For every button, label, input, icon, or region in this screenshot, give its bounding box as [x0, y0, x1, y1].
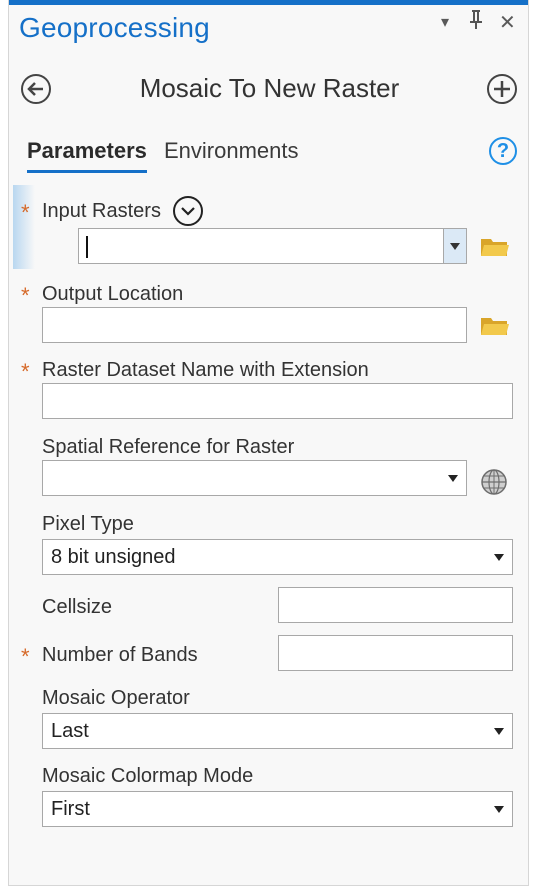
- required-marker: *: [21, 359, 30, 384]
- text-cursor: [86, 236, 88, 258]
- chevron-down-icon: [450, 243, 460, 250]
- pin-icon[interactable]: [469, 8, 483, 36]
- required-marker: *: [21, 644, 30, 669]
- cellsize-field[interactable]: [278, 587, 513, 623]
- spatial-reference-select[interactable]: [42, 460, 467, 496]
- cellsize-label: Cellsize: [42, 596, 113, 618]
- pixel-type-select[interactable]: 8 bit unsigned: [42, 539, 513, 575]
- dropdown-button[interactable]: [443, 229, 466, 263]
- input-rasters-combo[interactable]: [78, 228, 467, 264]
- tab-environments[interactable]: Environments: [164, 138, 299, 164]
- mosaic-operator-label: Mosaic Operator: [42, 687, 190, 709]
- required-marker: *: [21, 283, 30, 308]
- folder-icon[interactable]: [480, 315, 510, 337]
- pixel-type-label: Pixel Type: [42, 513, 134, 535]
- output-location-field[interactable]: [42, 307, 467, 343]
- geoprocessing-pane: Geoprocessing ▾ ✕ Mosaic To New Raster P…: [8, 0, 529, 886]
- selected-parameter-highlight: [13, 185, 35, 269]
- close-icon[interactable]: ✕: [499, 10, 516, 35]
- output-location-label: Output Location: [42, 283, 184, 305]
- tool-title: Mosaic To New Raster: [139, 73, 400, 103]
- help-icon[interactable]: ?: [489, 137, 517, 165]
- active-tab-indicator: [27, 170, 147, 173]
- spatial-reference-label: Spatial Reference for Raster: [42, 436, 295, 458]
- expand-chevron-icon[interactable]: [173, 196, 203, 226]
- tab-parameters[interactable]: Parameters: [27, 138, 147, 164]
- folder-icon[interactable]: [480, 236, 510, 258]
- colormap-mode-label: Mosaic Colormap Mode: [42, 765, 254, 787]
- raster-name-label: Raster Dataset Name with Extension: [42, 359, 369, 381]
- colormap-mode-select[interactable]: First: [42, 791, 513, 827]
- chevron-down-icon: [494, 554, 504, 561]
- required-marker: *: [21, 200, 30, 225]
- pane-accent-bar: [9, 0, 528, 5]
- chevron-down-icon: [494, 728, 504, 735]
- add-icon: [494, 81, 510, 97]
- input-rasters-label: Input Rasters: [42, 200, 161, 222]
- pane-menu-icon[interactable]: ▾: [441, 12, 449, 32]
- raster-name-field[interactable]: [42, 383, 513, 419]
- pane-title: Geoprocessing: [19, 12, 210, 43]
- number-of-bands-field[interactable]: [278, 635, 513, 671]
- mosaic-operator-select[interactable]: Last: [42, 713, 513, 749]
- chevron-down-icon: [494, 806, 504, 813]
- chevron-down-icon: [448, 475, 458, 482]
- number-of-bands-label: Number of Bands: [42, 644, 198, 666]
- add-button[interactable]: [487, 74, 517, 104]
- globe-icon[interactable]: [479, 467, 509, 497]
